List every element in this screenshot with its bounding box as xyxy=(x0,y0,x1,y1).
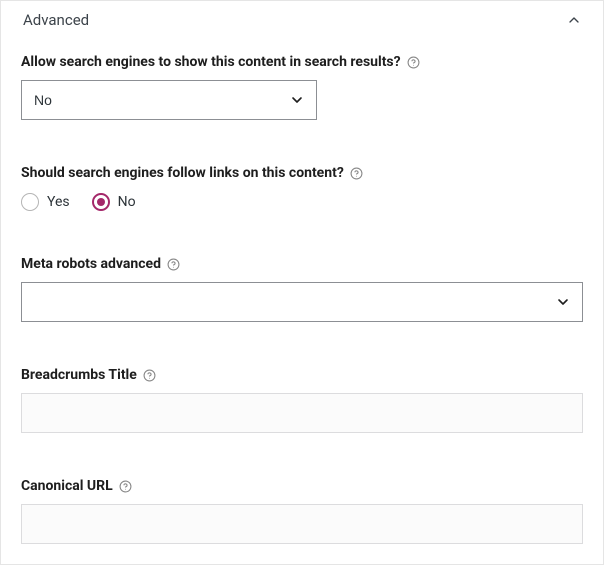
radio-circle-icon xyxy=(92,193,110,211)
advanced-panel: Advanced Allow search engines to show th… xyxy=(0,0,604,565)
field-canonical: Canonical URL xyxy=(21,475,583,544)
field-follow-links: Should search engines follow links on th… xyxy=(21,162,583,211)
radio-label: No xyxy=(118,194,136,210)
panel-title: Advanced xyxy=(23,11,89,29)
label-text: Should search engines follow links on th… xyxy=(21,165,344,181)
input-breadcrumbs-title[interactable] xyxy=(21,393,583,433)
label-text: Breadcrumbs Title xyxy=(21,367,137,383)
field-breadcrumbs: Breadcrumbs Title xyxy=(21,364,583,433)
label-breadcrumbs: Breadcrumbs Title xyxy=(21,367,157,383)
radio-follow-no[interactable]: No xyxy=(92,193,136,211)
label-canonical: Canonical URL xyxy=(21,478,133,494)
help-icon[interactable] xyxy=(119,479,133,493)
field-meta-robots: Meta robots advanced xyxy=(21,253,583,322)
panel-body: Allow search engines to show this conten… xyxy=(1,35,603,564)
label-text: Canonical URL xyxy=(21,478,113,494)
radio-label: Yes xyxy=(47,194,70,210)
label-meta-robots: Meta robots advanced xyxy=(21,256,181,272)
label-follow-links: Should search engines follow links on th… xyxy=(21,165,364,181)
radio-follow-yes[interactable]: Yes xyxy=(21,193,70,211)
label-text: Meta robots advanced xyxy=(21,256,161,272)
input-canonical-url[interactable] xyxy=(21,504,583,544)
radio-circle-icon xyxy=(21,193,39,211)
select-allow-search-wrap: No xyxy=(21,80,317,120)
help-icon[interactable] xyxy=(407,55,421,69)
panel-header[interactable]: Advanced xyxy=(1,1,603,35)
select-meta-robots-wrap xyxy=(21,282,583,322)
label-allow-search: Allow search engines to show this conten… xyxy=(21,54,421,70)
help-icon[interactable] xyxy=(143,368,157,382)
help-icon[interactable] xyxy=(350,166,364,180)
help-icon[interactable] xyxy=(167,257,181,271)
select-allow-search[interactable]: No xyxy=(21,80,317,120)
select-meta-robots[interactable] xyxy=(21,282,583,322)
label-text: Allow search engines to show this conten… xyxy=(21,54,401,70)
radio-group-follow-links: Yes No xyxy=(21,193,583,211)
chevron-up-icon xyxy=(565,11,583,29)
field-allow-search: Allow search engines to show this conten… xyxy=(21,51,583,120)
